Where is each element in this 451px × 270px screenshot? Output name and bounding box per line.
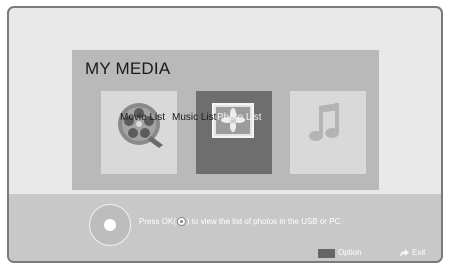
help-text-before: Press OK( — [139, 217, 176, 226]
film-reel-icon — [118, 103, 163, 148]
movie-list-tile[interactable] — [101, 91, 177, 174]
tile-label-movie: Movie List — [120, 112, 166, 123]
music-list-tile[interactable] — [290, 91, 366, 174]
music-note-icon — [309, 103, 339, 141]
exit-label[interactable]: Exit — [412, 248, 425, 257]
tv-screen: MY MEDIA Movie List Photo List Music Lis… — [7, 6, 443, 263]
help-text: Press OK( ) to view the list of photos in… — [139, 217, 343, 226]
ok-small-icon — [176, 217, 186, 226]
page-title: MY MEDIA — [85, 59, 171, 78]
ok-button-icon — [89, 204, 131, 246]
tile-label-music: Music List — [172, 112, 217, 123]
help-text-after: ) to view the list of photos in the USB … — [186, 217, 343, 226]
option-color-key-icon — [318, 249, 335, 258]
exit-icon[interactable] — [398, 248, 411, 258]
info-bar — [9, 194, 441, 261]
photo-list-tile[interactable] — [196, 91, 272, 174]
my-media-panel: MY MEDIA Movie List Photo List Music Lis… — [72, 50, 379, 190]
option-label[interactable]: Option — [338, 248, 362, 257]
photo-icon — [212, 103, 254, 138]
tile-label-photo: Photo List — [217, 112, 262, 123]
